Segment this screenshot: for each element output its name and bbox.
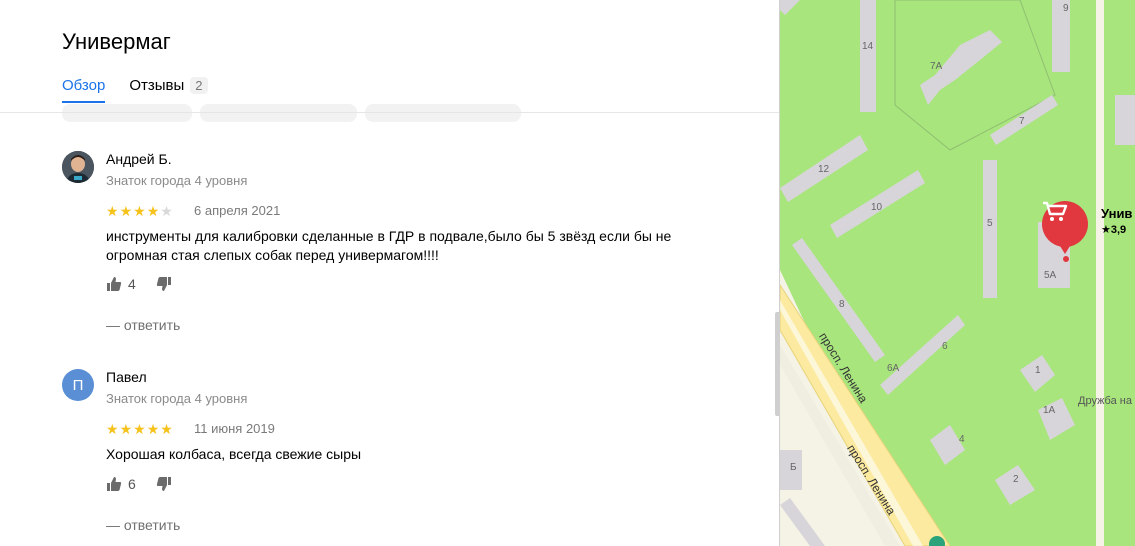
building-label: 7А — [930, 61, 943, 72]
building-label: 7 — [1019, 116, 1025, 127]
tab-overview[interactable]: Обзор — [62, 76, 106, 103]
building-label: 5 — [987, 218, 993, 229]
shopping-cart-icon — [1043, 201, 1068, 221]
review-author-level: Знаток города 4 уровня — [106, 173, 248, 188]
star-icon: ★ — [119, 203, 133, 219]
map-canvas[interactable] — [780, 0, 1135, 546]
star-icon: ★ — [146, 203, 160, 219]
building-label: 6 — [942, 341, 948, 352]
like-count: 4 — [128, 276, 136, 292]
tabs: Обзор Отзывы 2 — [62, 73, 232, 103]
thumbs-up-icon — [107, 277, 122, 291]
building-label: 5А — [1044, 270, 1057, 281]
review-author[interactable]: Павел — [106, 369, 147, 385]
avatar[interactable]: П — [62, 369, 94, 401]
filter-chip[interactable] — [200, 104, 357, 122]
dislike-button[interactable] — [156, 476, 172, 492]
filter-chip[interactable] — [62, 104, 192, 122]
map[interactable]: 9 14 7А 7 12 10 5 5А 8 6 6А 1 1А 4 2 Б п… — [779, 0, 1135, 546]
like-button[interactable]: 4 — [106, 276, 136, 292]
reply-link[interactable]: — ответить — [106, 517, 180, 533]
avatar[interactable] — [62, 151, 94, 183]
poi-rating-value: 3,9 — [1110, 224, 1127, 236]
dislike-button[interactable] — [156, 276, 172, 292]
review-author[interactable]: Андрей Б. — [106, 151, 172, 167]
star-empty-icon: ★ — [160, 203, 173, 219]
page-title: Универмаг — [62, 29, 171, 54]
rating-stars: ★ ★ ★ ★ ★ — [106, 204, 174, 218]
building-label: 9 — [1063, 3, 1069, 14]
place-panel: Универмаг Обзор Отзывы 2 Андрей Б. Знато… — [0, 0, 779, 546]
reply-link[interactable]: — ответить — [106, 317, 180, 333]
star-icon: ★ — [119, 421, 133, 437]
building-label: Б — [790, 462, 797, 473]
poi-name-label[interactable]: Унив — [1101, 206, 1132, 221]
thumbs-down-icon — [156, 477, 171, 491]
review-reactions: 4 — [106, 276, 192, 292]
review-item: П Павел Знаток города 4 уровня ★ ★ ★ ★ ★… — [62, 369, 742, 544]
reviews-count-badge: 2 — [190, 76, 208, 94]
review-item: Андрей Б. Знаток города 4 уровня ★ ★ ★ ★… — [62, 151, 742, 341]
review-text: инструменты для калибровки сделанные в Г… — [106, 228, 672, 263]
tab-reviews-label: Отзывы — [129, 76, 185, 94]
tabs-divider — [0, 112, 779, 113]
like-button[interactable]: 6 — [106, 476, 136, 492]
poi-marker[interactable] — [1042, 201, 1088, 254]
like-count: 6 — [128, 476, 136, 492]
thumbs-up-icon — [107, 477, 122, 491]
avatar-photo-icon — [62, 151, 94, 183]
tab-overview-label: Обзор — [62, 76, 106, 94]
review-author-level: Знаток города 4 уровня — [106, 391, 248, 406]
star-icon: ★ — [146, 421, 160, 437]
review-reactions: 6 — [106, 476, 192, 492]
building-label: 14 — [862, 41, 874, 52]
building-label: 10 — [871, 202, 883, 213]
building-label: 6А — [887, 363, 900, 374]
building-label: 2 — [1013, 474, 1019, 485]
review-text: Хорошая колбаса, всегда свежие сыры — [106, 446, 362, 462]
filter-chips — [62, 104, 529, 122]
review-date: 6 апреля 2021 — [194, 203, 281, 218]
building-label: 4 — [959, 434, 965, 445]
building-label: 1А — [1043, 405, 1056, 416]
review-date: 11 июня 2019 — [194, 421, 275, 436]
star-icon: ★ — [133, 421, 146, 437]
star-icon: ★ — [106, 203, 119, 219]
rating-stars: ★ ★ ★ ★ ★ — [106, 422, 174, 436]
building-label: 12 — [818, 164, 830, 175]
building-label: 8 — [839, 299, 845, 310]
filter-chip[interactable] — [365, 104, 521, 122]
tab-reviews[interactable]: Отзывы 2 — [129, 76, 208, 94]
poi-rating-label: ★3,9 — [1101, 224, 1127, 236]
star-icon: ★ — [106, 421, 119, 437]
star-icon: ★ — [160, 421, 173, 437]
star-icon: ★ — [133, 203, 146, 219]
nearby-place-label[interactable]: Дружба на — [1078, 395, 1132, 407]
thumbs-down-icon — [156, 277, 171, 291]
building-label: 1 — [1035, 365, 1041, 376]
